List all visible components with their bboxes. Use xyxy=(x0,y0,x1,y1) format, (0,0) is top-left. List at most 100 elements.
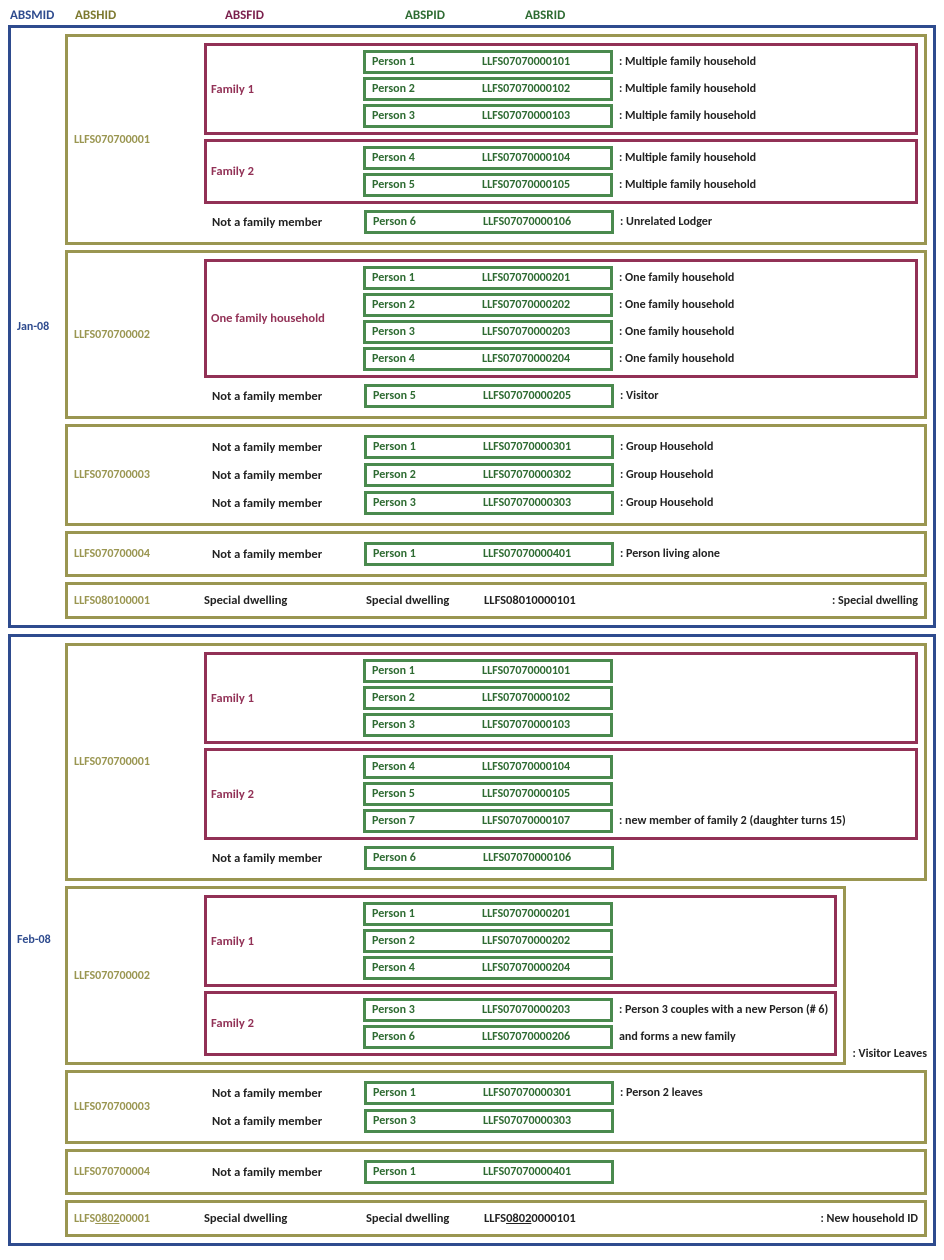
person-name: Person 1 xyxy=(372,271,482,285)
special-person-label: Special dwelling xyxy=(362,1211,484,1226)
person-box: Person 7 LLFS07070000107 xyxy=(363,809,613,833)
person-id: LLFS07070000202 xyxy=(482,934,604,948)
annotation: : Unrelated Lodger xyxy=(620,215,712,229)
nonfamily-label: Not a family member xyxy=(212,547,364,562)
family-label: Family 1 xyxy=(211,934,363,949)
household-id: LLFS070700003 xyxy=(74,433,204,517)
person-id: LLFS07070000202 xyxy=(482,298,604,312)
nonfamily-row: Not a family member Person 3 LLFS0707000… xyxy=(204,1107,918,1135)
person-id: LLFS07070000401 xyxy=(483,547,605,561)
person-box: Person 2 LLFS07070000202 xyxy=(363,293,613,317)
nonfamily-row: Not a family member Person 3 LLFS0707000… xyxy=(204,489,918,517)
family-box: Family 1 Person 1 LLFS07070000101 Person… xyxy=(204,652,918,744)
person-id: LLFS07070000201 xyxy=(482,271,604,285)
person-name: Person 2 xyxy=(372,298,482,312)
person-row: Person 5 LLFS07070000105 xyxy=(363,782,911,806)
nonfamily-row: Not a family member Person 5 LLFS0707000… xyxy=(204,382,918,410)
person-row: Person 1 LLFS07070000201 : One family ho… xyxy=(363,266,911,290)
person-name: Person 6 xyxy=(373,851,483,865)
person-row: Person 4 LLFS07070000104 : Multiple fami… xyxy=(363,146,911,170)
household: LLFS070700002 Family 1 Person 1 LLFS0707… xyxy=(65,886,846,1065)
annotation: : Special dwelling xyxy=(832,594,918,608)
person-id: LLFS07070000301 xyxy=(483,440,605,454)
person-row: Person 3 LLFS07070000203 : One family ho… xyxy=(363,320,911,344)
header-absmid: ABSMID xyxy=(8,8,73,23)
person-box: Person 1 LLFS07070000301 xyxy=(364,1081,614,1105)
household-id: LLFS070700002 xyxy=(74,259,204,410)
household: LLFS070700003 Not a family member Person… xyxy=(65,1070,927,1144)
person-box: Person 1 LLFS07070000201 xyxy=(363,902,613,926)
annotation: : Person living alone xyxy=(620,547,720,561)
nonfamily-row: Not a family member Person 2 LLFS0707000… xyxy=(204,461,918,489)
person-box: Person 1 LLFS07070000101 xyxy=(363,659,613,683)
month-label: Feb-08 xyxy=(17,933,65,947)
person-row: Person 3 LLFS07070000103 xyxy=(363,713,911,737)
annotation: : Multiple family household xyxy=(619,151,756,165)
family-box: Family 2 Person 4 LLFS07070000104 : Mult… xyxy=(204,139,918,204)
person-row: Person 2 LLFS07070000202 xyxy=(363,929,830,953)
household: LLFS080200001 Special dwelling Special d… xyxy=(65,1200,927,1237)
person-box: Person 2 LLFS07070000102 xyxy=(363,77,613,101)
annotation: : Multiple family household xyxy=(619,109,756,123)
family-box: Family 2 Person 4 LLFS07070000104 Person… xyxy=(204,748,918,840)
household-id: LLFS080100001 xyxy=(74,591,204,610)
nonfamily-row: Not a family member Person 1 LLFS0707000… xyxy=(204,1158,918,1186)
person-name: Person 7 xyxy=(372,814,482,828)
special-person-label: Special dwelling xyxy=(362,593,484,608)
household-id: LLFS070700001 xyxy=(74,43,204,236)
person-row: Person 5 LLFS07070000105 : Multiple fami… xyxy=(363,173,911,197)
person-box: Person 2 LLFS07070000202 xyxy=(363,929,613,953)
household: LLFS070700004 Not a family member Person… xyxy=(65,1149,927,1195)
person-id: LLFS07070000103 xyxy=(482,718,604,732)
person-box: Person 6 LLFS07070000106 xyxy=(364,210,614,234)
person-id: LLFS07070000302 xyxy=(483,468,605,482)
person-name: Person 2 xyxy=(372,82,482,96)
person-id: LLFS07070000204 xyxy=(482,961,604,975)
person-box: Person 1 LLFS07070000201 xyxy=(363,266,613,290)
person-box: Person 4 LLFS07070000104 xyxy=(363,755,613,779)
nonfamily-label: Not a family member xyxy=(212,1086,364,1101)
person-name: Person 3 xyxy=(373,496,483,510)
person-id: LLFS07070000106 xyxy=(483,851,605,865)
annotation: : Group Household xyxy=(620,496,713,510)
special-person-id: LLFS08010000101 xyxy=(484,593,604,608)
month-box: Feb-08 LLFS070700001 Family 1 Person 1 L… xyxy=(8,634,936,1246)
annotation: : One family household xyxy=(619,271,734,285)
person-box: Person 3 LLFS07070000303 xyxy=(364,491,614,515)
person-box: Person 4 LLFS07070000204 xyxy=(363,347,613,371)
person-row: Person 6 LLFS07070000206 and forms a new… xyxy=(363,1025,830,1049)
household: LLFS070700003 Not a family member Person… xyxy=(65,424,927,526)
household-id: LLFS070700001 xyxy=(74,652,204,872)
annotation: : One family household xyxy=(619,325,734,339)
household: LLFS080100001 Special dwelling Special d… xyxy=(65,582,927,619)
nonfamily-row: Not a family member Person 1 LLFS0707000… xyxy=(204,540,918,568)
person-name: Person 1 xyxy=(372,664,482,678)
annotation: : Multiple family household xyxy=(619,82,756,96)
person-name: Person 4 xyxy=(372,352,482,366)
person-box: Person 1 LLFS07070000401 xyxy=(364,1160,614,1184)
household-id: LLFS080200001 xyxy=(74,1209,204,1228)
person-box: Person 1 LLFS07070000301 xyxy=(364,435,614,459)
person-row: Person 2 LLFS07070000102 xyxy=(363,686,911,710)
person-id: LLFS07070000107 xyxy=(482,814,604,828)
person-box: Person 5 LLFS07070000105 xyxy=(363,782,613,806)
person-id: LLFS07070000105 xyxy=(482,787,604,801)
person-id: LLFS07070000206 xyxy=(482,1030,604,1044)
nonfamily-label: Not a family member xyxy=(212,1165,364,1180)
person-row: Person 4 LLFS07070000204 : One family ho… xyxy=(363,347,911,371)
person-id: LLFS07070000204 xyxy=(482,352,604,366)
household-id: LLFS070700003 xyxy=(74,1079,204,1135)
household-id: LLFS070700004 xyxy=(74,1158,204,1186)
family-label: Family 2 xyxy=(211,164,363,179)
person-name: Person 1 xyxy=(372,55,482,69)
person-name: Person 5 xyxy=(372,178,482,192)
person-id: LLFS07070000205 xyxy=(483,389,605,403)
household-id: LLFS070700004 xyxy=(74,540,204,568)
person-name: Person 2 xyxy=(372,934,482,948)
person-name: Person 1 xyxy=(373,440,483,454)
family-label: Family 2 xyxy=(211,1016,363,1031)
person-row: Person 2 LLFS07070000202 : One family ho… xyxy=(363,293,911,317)
household: LLFS070700004 Not a family member Person… xyxy=(65,531,927,577)
special-family-label: Special dwelling xyxy=(204,593,362,608)
person-name: Person 6 xyxy=(373,215,483,229)
